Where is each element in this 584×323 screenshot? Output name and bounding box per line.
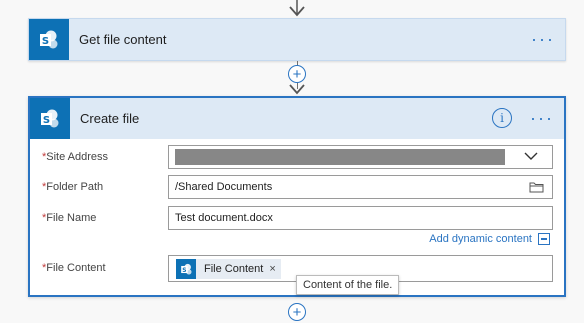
file-name-label: *File Name [42,212,97,224]
get-file-content-title: Get file content [79,32,167,47]
file-name-value: Test document.docx [175,212,273,224]
dynamic-content-icon [538,233,550,245]
folder-path-input[interactable]: /Shared Documents [168,175,553,199]
add-dynamic-content-link[interactable]: Add dynamic content [429,233,550,245]
create-file-card[interactable]: S Create file i ··· *Site Address *Folde… [28,96,566,297]
sharepoint-icon: S [30,98,70,139]
file-content-token[interactable]: S File Content × [176,259,281,279]
create-file-header[interactable]: S Create file i ··· [30,98,564,139]
plus-icon: + [292,65,302,83]
get-file-content-card[interactable]: S Get file content ··· [28,18,566,61]
site-address-label: *Site Address [42,151,109,163]
plus-icon: + [292,303,302,321]
folder-path-label: *Folder Path [42,181,104,193]
create-file-title: Create file [80,111,140,126]
insert-step-button[interactable]: + [288,303,306,321]
svg-text:S: S [182,267,186,273]
chevron-down-icon[interactable] [524,152,538,161]
arrow-down-icon [289,0,305,17]
file-content-label: *File Content [42,262,106,274]
token-label: File Content [204,263,264,275]
folder-path-value: /Shared Documents [175,181,273,193]
insert-step-button[interactable]: + [288,65,306,83]
svg-text:S: S [42,36,49,47]
folder-icon[interactable] [529,181,544,193]
info-icon[interactable]: i [492,108,512,128]
file-name-input[interactable]: Test document.docx [168,206,553,230]
close-icon[interactable]: × [269,263,280,275]
svg-text:S: S [43,115,50,126]
tooltip: Content of the file. [296,275,400,295]
add-dynamic-content-label: Add dynamic content [429,233,532,245]
sharepoint-icon: S [176,259,196,279]
create-file-menu-button[interactable]: ··· [530,109,554,127]
arrow-down-icon [289,84,305,95]
sharepoint-icon: S [29,19,69,60]
get-file-content-menu-button[interactable]: ··· [531,30,555,48]
redacted-value [175,149,505,165]
site-address-dropdown[interactable] [168,145,553,169]
